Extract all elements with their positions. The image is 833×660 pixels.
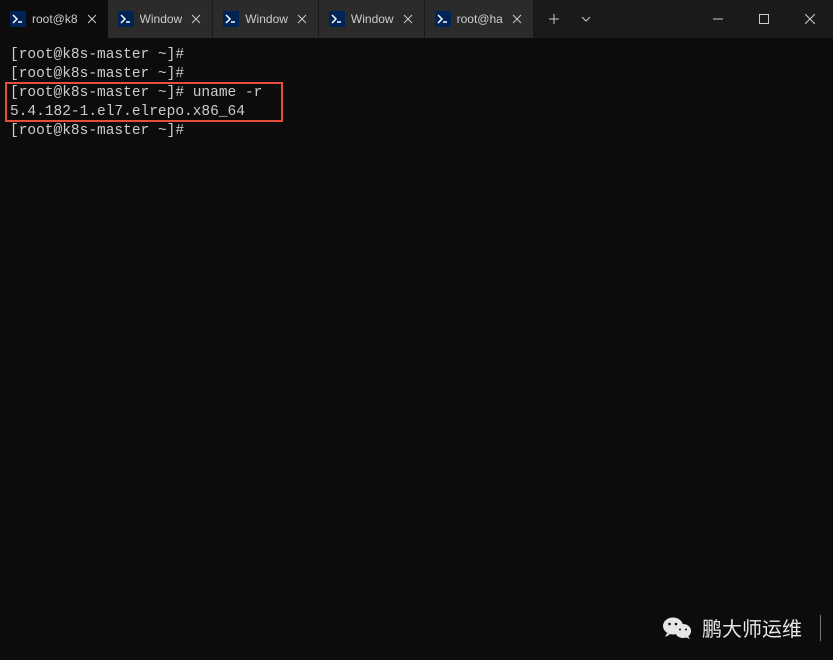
watermark: 鹏大师运维 [662,613,821,642]
terminal-output[interactable]: [root@k8s-master ~]# [root@k8s-master ~]… [0,38,833,149]
tab-label: Window [245,12,288,26]
tab-5[interactable]: root@ha [425,0,534,38]
close-icon[interactable] [400,11,416,27]
tab-label: root@ha [457,12,503,26]
powershell-icon [10,11,26,27]
terminal-line: [root@k8s-master ~]# uname -r [10,84,823,103]
new-tab-button[interactable] [538,3,570,35]
powershell-icon [435,11,451,27]
terminal-line: [root@k8s-master ~]# [10,65,823,84]
watermark-text: 鹏大师运维 [702,613,802,642]
tab-2[interactable]: Window [108,0,214,38]
wechat-icon [662,615,692,641]
tab-label: root@k8 [32,12,78,26]
tab-label: Window [140,12,183,26]
tab-label: Window [351,12,394,26]
tabs-container: root@k8 Window Window [0,0,695,38]
terminal-line: [root@k8s-master ~]# [10,46,823,65]
maximize-button[interactable] [741,0,787,38]
terminal-line: [root@k8s-master ~]# [10,122,823,141]
close-icon[interactable] [188,11,204,27]
close-icon[interactable] [84,11,100,27]
minimize-button[interactable] [695,0,741,38]
terminal-line: 5.4.182-1.el7.elrepo.x86_64 [10,103,823,122]
close-icon[interactable] [294,11,310,27]
tab-1[interactable]: root@k8 [0,0,108,38]
titlebar: root@k8 Window Window [0,0,833,38]
window-controls [695,0,833,38]
tab-3[interactable]: Window [213,0,319,38]
tab-dropdown-button[interactable] [570,3,602,35]
tab-actions [534,0,606,38]
watermark-divider [820,615,821,641]
powershell-icon [223,11,239,27]
close-window-button[interactable] [787,0,833,38]
close-icon[interactable] [509,11,525,27]
tab-4[interactable]: Window [319,0,425,38]
powershell-icon [118,11,134,27]
powershell-icon [329,11,345,27]
